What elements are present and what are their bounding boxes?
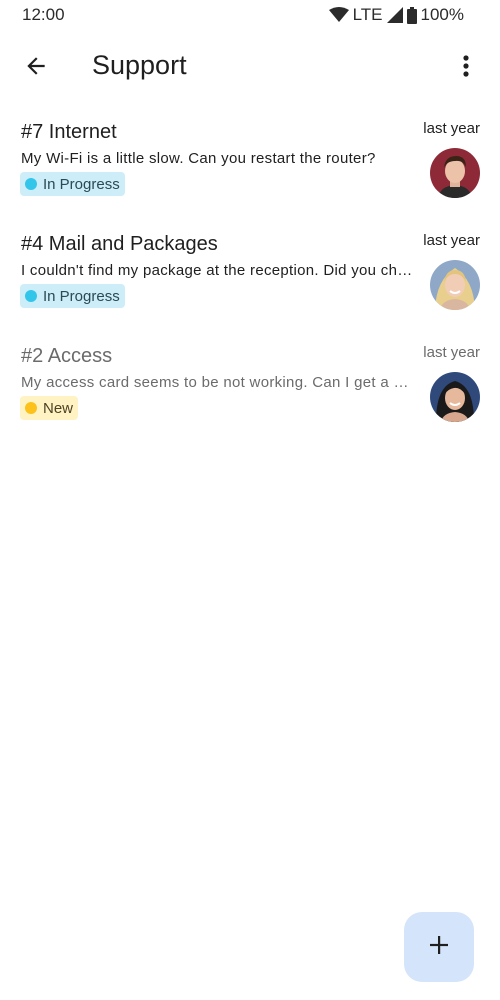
add-ticket-button[interactable] — [404, 912, 474, 982]
battery-level: 100% — [420, 5, 464, 24]
ticket-timestamp: last year — [423, 232, 480, 249]
status-badge: New — [20, 396, 79, 420]
more-vert-icon — [463, 54, 469, 82]
battery-icon — [406, 6, 417, 24]
ticket-timestamp: last year — [423, 344, 480, 361]
more-options-button[interactable] — [444, 46, 488, 90]
avatar — [430, 148, 480, 198]
ticket-list: #7 Internet last year My Wi-Fi is a litt… — [0, 112, 500, 448]
ticket-message: My Wi-Fi is a little slow. Can you resta… — [21, 150, 376, 167]
ticket-title: #2 Access — [21, 345, 113, 367]
ticket-message: My access card seems to be not working. … — [21, 374, 413, 391]
status-label: In Progress — [43, 287, 120, 305]
ticket-timestamp: last year — [423, 120, 480, 137]
page-title: Support — [92, 50, 187, 80]
ticket-item[interactable]: #7 Internet last year My Wi-Fi is a litt… — [0, 112, 500, 224]
ticket-message: I couldn't find my package at the recept… — [21, 262, 413, 279]
arrow-back-icon — [23, 53, 49, 84]
app-bar: Support — [0, 38, 500, 98]
status-badge: In Progress — [20, 284, 125, 308]
ticket-item[interactable]: #4 Mail and Packages last year I couldn'… — [0, 224, 500, 336]
ticket-item[interactable]: #2 Access last year My access card seems… — [0, 336, 500, 448]
avatar — [430, 372, 480, 422]
ticket-title: #4 Mail and Packages — [21, 233, 218, 255]
back-button[interactable] — [14, 46, 58, 90]
ticket-title: #7 Internet — [21, 121, 117, 143]
status-dot-icon — [25, 402, 37, 414]
avatar — [430, 260, 480, 310]
status-label: In Progress — [43, 175, 120, 193]
status-icons: LTE 100% — [328, 5, 464, 25]
status-label: New — [43, 399, 74, 417]
wifi-icon — [328, 7, 349, 23]
status-time: 12:00 — [22, 5, 65, 24]
status-dot-icon — [25, 290, 37, 302]
network-label: LTE — [352, 5, 383, 24]
status-bar: 12:00 LTE 100% — [0, 0, 500, 30]
cell-signal-icon — [386, 7, 403, 23]
add-icon — [428, 934, 450, 961]
status-badge: In Progress — [20, 172, 125, 196]
status-dot-icon — [25, 178, 37, 190]
